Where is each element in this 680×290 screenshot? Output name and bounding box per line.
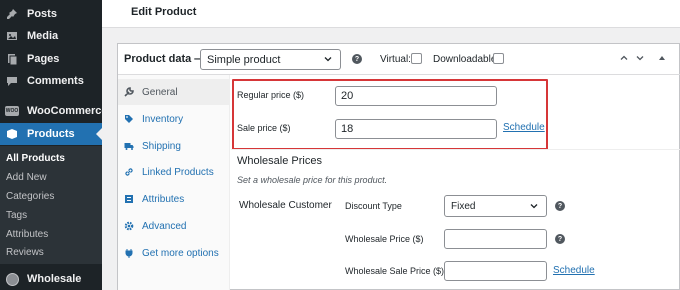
submenu-all-products[interactable]: All Products xyxy=(6,153,65,164)
menu-item-products[interactable]: Products xyxy=(0,123,102,145)
link-icon xyxy=(124,167,134,177)
chevron-up-icon[interactable] xyxy=(618,52,630,64)
menu-item-label: Wholesale xyxy=(27,273,82,285)
product-data-label: Product data — xyxy=(124,53,206,65)
sale-price-input[interactable]: 18 xyxy=(335,119,497,139)
list-icon xyxy=(124,194,134,204)
virtual-checkbox[interactable] xyxy=(411,53,422,64)
tab-label: Get more options xyxy=(142,247,219,259)
regular-price-label: Regular price ($) xyxy=(237,90,305,100)
menu-item-comments[interactable]: Comments xyxy=(0,70,102,92)
downloadable-label: Downloadable: xyxy=(433,54,500,65)
tab-label: General xyxy=(142,86,178,98)
wrench-icon xyxy=(124,87,134,97)
products-submenu: All Products Add New Categories Tags Att… xyxy=(0,146,102,264)
wholesale-sale-price-input[interactable] xyxy=(444,261,547,281)
help-icon[interactable]: ? xyxy=(352,54,362,64)
virtual-label: Virtual: xyxy=(380,54,411,65)
menu-item-label: Posts xyxy=(27,8,57,20)
tag-icon xyxy=(124,114,134,124)
plug-icon xyxy=(124,248,134,258)
discount-type-label: Discount Type xyxy=(345,201,402,211)
chevron-down-icon xyxy=(530,204,538,209)
discount-type-value: Fixed xyxy=(451,200,476,212)
wholesale-prices-title: Wholesale Prices xyxy=(237,155,322,167)
menu-item-posts[interactable]: Posts xyxy=(0,3,102,25)
help-icon[interactable]: ? xyxy=(555,234,565,244)
menu-item-label: Products xyxy=(27,128,75,140)
toggle-arrow-icon[interactable] xyxy=(656,52,668,64)
wholesale-price-label: Wholesale Price ($) xyxy=(345,234,424,244)
tab-inventory[interactable]: Inventory xyxy=(118,106,230,132)
submenu-add-new[interactable]: Add New xyxy=(6,172,47,183)
menu-item-media[interactable]: Media xyxy=(0,25,102,47)
active-indicator xyxy=(96,128,102,140)
tab-attributes[interactable]: Attributes xyxy=(118,186,230,212)
product-type-value: Simple product xyxy=(207,53,281,66)
wholesale-sale-price-label: Wholesale Sale Price ($) xyxy=(345,266,445,276)
media-icon xyxy=(5,29,19,43)
submenu-categories[interactable]: Categories xyxy=(6,191,54,202)
menu-item-label: Comments xyxy=(27,75,84,87)
tab-get-more-options[interactable]: Get more options xyxy=(118,240,230,266)
menu-item-wholesale[interactable]: Wholesale xyxy=(0,268,102,290)
downloadable-checkbox[interactable] xyxy=(493,53,504,64)
menu-item-label: WooCommerce xyxy=(27,105,108,117)
product-type-select[interactable]: Simple product xyxy=(200,49,341,70)
menu-item-pages[interactable]: Pages xyxy=(0,48,102,70)
page-title: Edit Product xyxy=(131,6,197,18)
submenu-attributes[interactable]: Attributes xyxy=(6,229,48,240)
gear-icon xyxy=(124,221,134,231)
product-data-header: Product data — Simple product ? Virtual:… xyxy=(118,44,680,75)
tab-shipping[interactable]: Shipping xyxy=(118,133,230,159)
wholesale-schedule-link[interactable]: Schedule xyxy=(553,265,595,276)
products-icon xyxy=(5,127,19,141)
comments-icon xyxy=(5,74,19,88)
tab-general[interactable]: General xyxy=(118,79,230,105)
pin-icon xyxy=(5,7,19,21)
regular-price-input[interactable]: 20 xyxy=(335,86,497,106)
admin-sidebar: Posts Media Pages Comments WOO WooCommer… xyxy=(0,0,107,290)
tab-label: Attributes xyxy=(142,193,185,205)
truck-icon xyxy=(124,141,134,151)
tab-linked-products[interactable]: Linked Products xyxy=(118,159,230,185)
tab-label: Inventory xyxy=(142,113,184,125)
woocommerce-icon: WOO xyxy=(5,104,19,118)
menu-item-label: Pages xyxy=(27,53,60,65)
submenu-tags[interactable]: Tags xyxy=(6,210,27,221)
product-data-tabs: General Inventory Shipping Linked Produc… xyxy=(118,75,230,290)
wholesale-customer-label: Wholesale Customer xyxy=(239,200,332,211)
tab-label: Advanced xyxy=(142,220,187,232)
sale-price-label: Sale price ($) xyxy=(237,123,291,133)
chevron-down-icon[interactable] xyxy=(634,52,646,64)
pages-icon xyxy=(5,52,19,66)
product-data-panel: Product data — Simple product ? Virtual:… xyxy=(117,43,680,290)
tab-label: Linked Products xyxy=(142,166,214,178)
general-tab-content: Regular price ($) 20 Sale price ($) 18 S… xyxy=(231,75,680,290)
chevron-down-icon xyxy=(324,57,332,62)
section-divider xyxy=(231,149,680,150)
discount-type-select[interactable]: Fixed xyxy=(444,195,547,217)
help-icon[interactable]: ? xyxy=(555,201,565,211)
tab-label: Shipping xyxy=(142,140,181,152)
tab-advanced[interactable]: Advanced xyxy=(118,213,230,239)
page-header: Edit Product xyxy=(102,0,680,28)
woocommerce-badge: WOO xyxy=(5,106,19,116)
schedule-link[interactable]: Schedule xyxy=(503,122,545,133)
submenu-reviews[interactable]: Reviews xyxy=(6,247,44,258)
menu-item-woocommerce[interactable]: WOO WooCommerce xyxy=(0,100,107,122)
wholesale-price-input[interactable] xyxy=(444,229,547,249)
wholesale-description: Set a wholesale price for this product. xyxy=(237,175,388,185)
avatar-icon xyxy=(5,272,19,286)
menu-item-label: Media xyxy=(27,30,59,42)
